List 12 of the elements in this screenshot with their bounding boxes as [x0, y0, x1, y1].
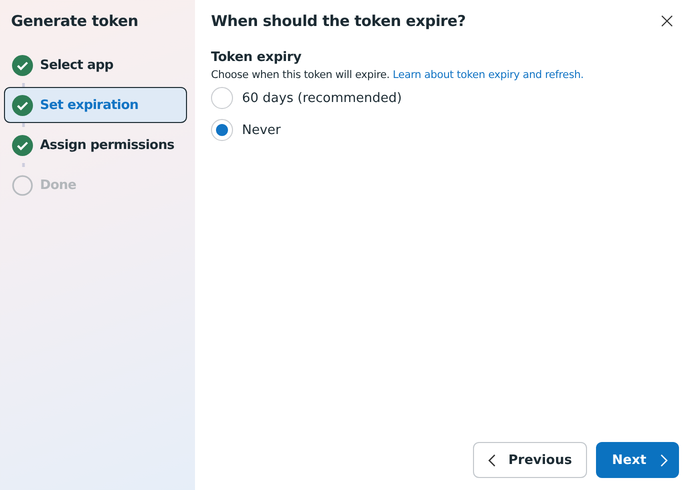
step-item[interactable]: Assign permissions [4, 127, 187, 163]
description-text: Choose when this token will expire. [211, 69, 390, 81]
option-label[interactable]: Never [242, 122, 281, 138]
sidebar-title: Generate token [10, 12, 140, 32]
section-title: Token expiry [211, 50, 302, 65]
previous-button[interactable]: Previous [473, 442, 587, 478]
dialog-title: When should the token expire? [211, 12, 466, 30]
option-label[interactable]: 60 days (recommended) [242, 90, 402, 106]
learn-more-link[interactable]: Learn about token expiry and refresh. [392, 69, 584, 81]
step-item[interactable]: Set expiration [4, 87, 187, 123]
step-item[interactable]: Select app [4, 47, 187, 83]
next-button[interactable]: Next [596, 442, 679, 478]
